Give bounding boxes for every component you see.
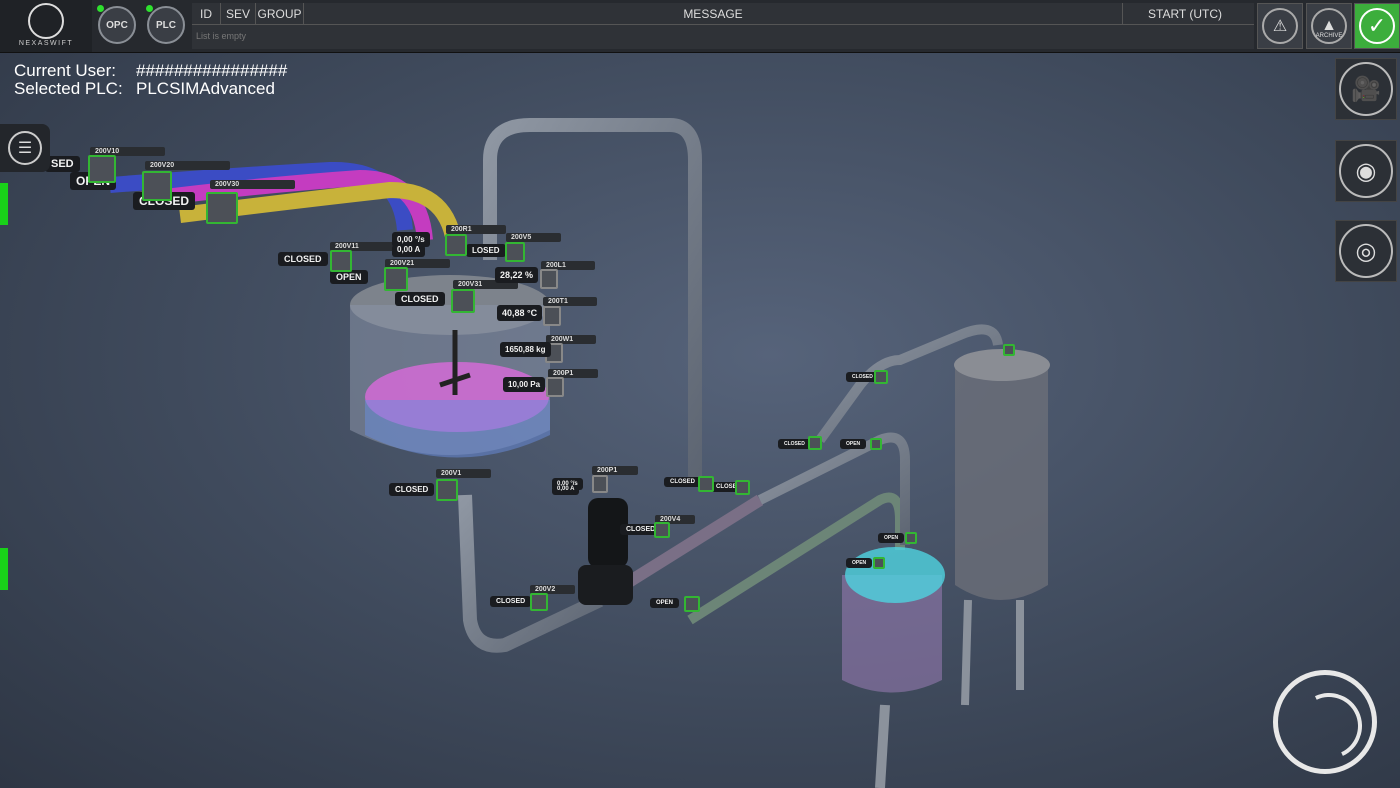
col-sev[interactable]: SEV	[221, 3, 256, 24]
valve-icon[interactable]	[684, 596, 700, 612]
device-tag: 200V5	[506, 233, 561, 242]
hamburger-icon: ☰	[8, 131, 42, 165]
valve-state-label[interactable]: CLOSED	[664, 477, 702, 487]
col-message[interactable]: MESSAGE	[304, 3, 1123, 24]
tall-tank-top	[954, 349, 1050, 381]
device-tag: 200P1	[592, 466, 638, 475]
status-indicator-bar	[0, 548, 8, 590]
valve-icon[interactable]	[870, 438, 882, 450]
pressure-sensor-icon[interactable]	[546, 377, 564, 397]
device-tag: 200V1	[436, 469, 491, 478]
alarm-empty-text: List is empty	[196, 31, 247, 41]
measurement-temperature: 40,88 °C	[497, 305, 543, 321]
valve-icon[interactable]	[698, 476, 714, 492]
valve-icon[interactable]	[384, 267, 408, 291]
valve-state-label[interactable]: CLOSED	[490, 596, 532, 607]
measurement-weight: 1650,88 kg	[500, 342, 551, 357]
alarm-table[interactable]: ID SEV GROUP MESSAGE START (UTC) List is…	[192, 3, 1254, 49]
valve-icon[interactable]	[1003, 344, 1015, 356]
col-start-utc[interactable]: START (UTC)	[1123, 3, 1247, 24]
brand-name: NEXASWIFT	[18, 40, 74, 47]
eye-icon: ◉	[1339, 144, 1393, 198]
opc-label: OPC	[106, 19, 128, 31]
acknowledge-button[interactable]: ✓	[1354, 3, 1400, 49]
col-id[interactable]: ID	[192, 3, 221, 24]
valve-state-label[interactable]: OPEN	[330, 270, 368, 284]
valve-icon[interactable]	[505, 242, 525, 262]
valve-state-label[interactable]: OPEN	[878, 533, 905, 543]
level-sensor-icon[interactable]	[540, 269, 558, 289]
valve-state-label[interactable]: OPEN	[650, 598, 680, 608]
small-tank-leg	[875, 704, 890, 788]
plant-3d-view[interactable]: SED OPEN CLOSED CLOSED OPEN CLOSED LOSED…	[0, 52, 1400, 788]
visibility-button[interactable]: ◉	[1335, 140, 1397, 202]
alarm-list-button[interactable]: ⚠	[1257, 3, 1303, 49]
device-tag: 200V30	[210, 180, 295, 189]
valve-state-label[interactable]: CLOSED	[395, 292, 445, 306]
eye-toggle-icon: ◎	[1339, 224, 1393, 278]
opc-connection-button[interactable]: OPC	[97, 5, 136, 44]
main-menu-button[interactable]: ☰	[0, 124, 50, 172]
valve-icon[interactable]	[905, 532, 917, 544]
valve-icon[interactable]	[654, 522, 670, 538]
alarm-table-header: ID SEV GROUP MESSAGE START (UTC)	[192, 3, 1254, 25]
col-group[interactable]: GROUP	[256, 3, 304, 24]
plc-label: PLC	[156, 19, 176, 31]
valve-icon[interactable]	[735, 480, 750, 495]
valve-icon[interactable]	[436, 479, 458, 501]
valve-state-label[interactable]: LOSED	[466, 244, 506, 257]
valve-icon[interactable]	[451, 289, 475, 313]
opc-status-indicator	[97, 5, 104, 12]
reactor-lower	[365, 400, 550, 458]
valve-icon[interactable]	[88, 155, 116, 183]
valve-icon[interactable]	[142, 171, 172, 201]
measurement-current: 0,00 A	[392, 245, 426, 257]
status-indicator-bar	[0, 183, 8, 225]
visibility-toggle-button[interactable]: ◎	[1335, 220, 1397, 282]
valve-state-label[interactable]: OPEN	[840, 439, 867, 449]
archive-button[interactable]: ▲ ARCHIVE	[1306, 3, 1352, 49]
valve-icon[interactable]	[206, 192, 238, 224]
measurement-pressure: 10,00 Pa	[503, 377, 546, 392]
brand-logo-icon	[28, 3, 64, 39]
device-tag: 200V20	[145, 161, 230, 170]
alarm-list-icon: ⚠	[1262, 8, 1298, 44]
pump-base	[578, 565, 633, 605]
device-tag: 200T1	[543, 297, 597, 306]
valve-icon[interactable]	[808, 436, 822, 450]
camera-view-button[interactable]: 🎥	[1335, 58, 1397, 120]
valve-icon[interactable]	[873, 557, 885, 569]
valve-icon[interactable]	[330, 250, 352, 272]
tall-tank	[955, 365, 1048, 600]
valve-icon[interactable]	[874, 370, 888, 384]
valve-state-label[interactable]: CLOSED	[778, 439, 811, 449]
plc-status-indicator	[146, 5, 153, 12]
tall-tank-leg	[961, 599, 1024, 706]
app-logo: NEXASWIFT	[0, 0, 92, 52]
valve-state-label[interactable]: SED	[45, 156, 80, 172]
valve-state-label[interactable]: OPEN	[846, 558, 873, 568]
measurement-level: 28,22 %	[495, 267, 539, 283]
checkmark-icon: ✓	[1359, 8, 1395, 44]
temperature-sensor-icon[interactable]	[543, 306, 561, 326]
measurement-pump-current: 0,00 A	[552, 486, 580, 495]
camera-icon: 🎥	[1339, 62, 1393, 116]
brand-watermark-icon	[1273, 670, 1377, 774]
valve-icon[interactable]	[530, 593, 548, 611]
small-tank-fluid	[845, 547, 945, 603]
agitator-icon[interactable]	[445, 234, 467, 256]
valve-state-label[interactable]: CLOSED	[278, 252, 328, 266]
pump-icon[interactable]	[592, 475, 608, 493]
device-tag: 200R1	[446, 225, 506, 234]
top-bar: NEXASWIFT OPC PLC ID SEV GROUP MESSAGE S…	[0, 0, 1400, 53]
archive-label: ARCHIVE	[1315, 33, 1343, 39]
plc-connection-button[interactable]: PLC	[146, 5, 185, 44]
valve-state-label[interactable]: CLOSED	[389, 483, 435, 496]
